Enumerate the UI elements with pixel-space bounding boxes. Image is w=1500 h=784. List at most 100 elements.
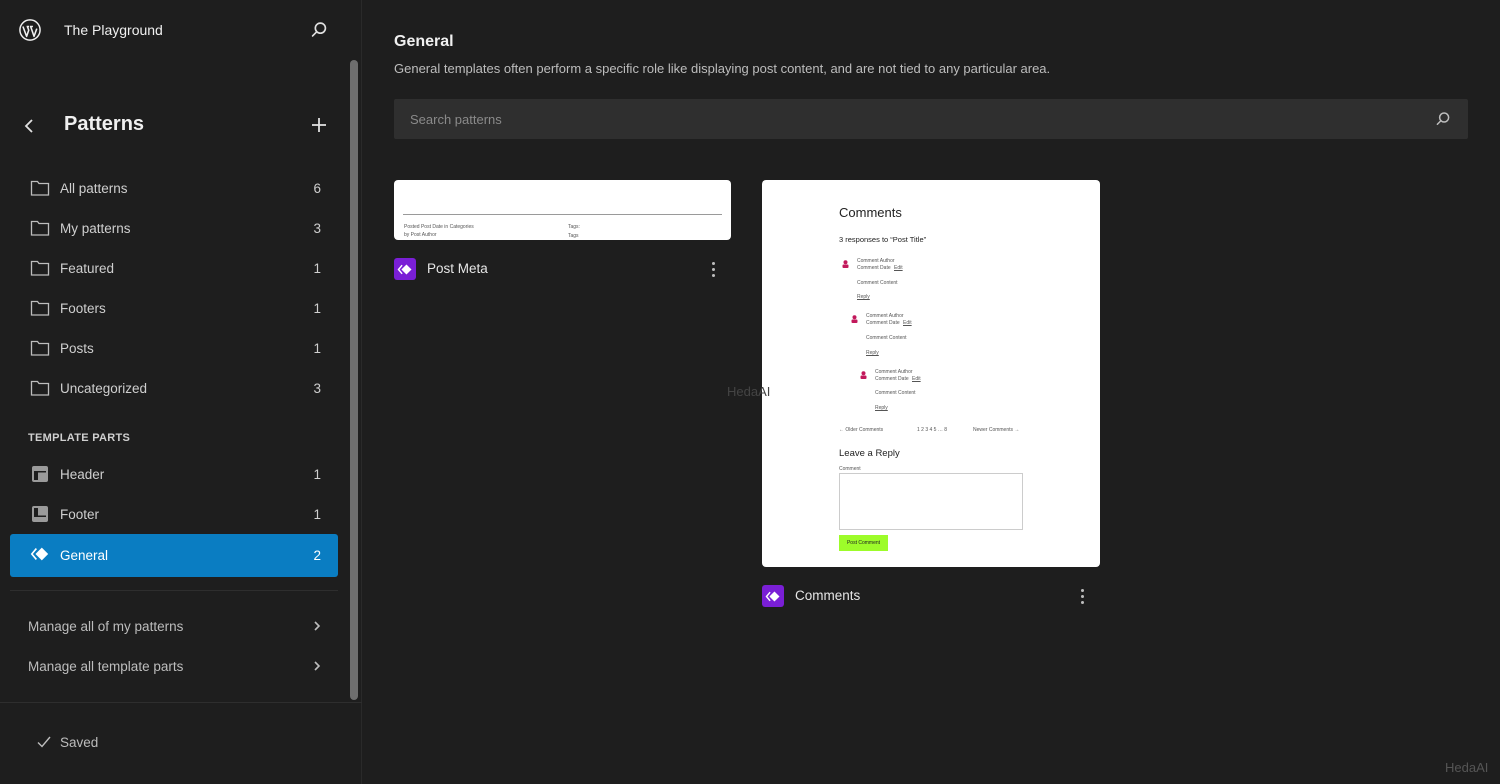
symbol-icon xyxy=(762,585,784,607)
sidebar-item-footers[interactable]: Footers 1 xyxy=(10,288,338,328)
site-title[interactable]: The Playground xyxy=(64,22,163,38)
preview-button-label: Post Comment xyxy=(846,540,881,546)
panel-title: Patterns xyxy=(64,113,145,135)
folder-icon xyxy=(30,178,50,198)
preview-text: Tags: xyxy=(568,224,580,230)
sidebar-item-my-patterns[interactable]: My patterns 3 xyxy=(10,208,338,248)
preview-text: Edit xyxy=(894,265,903,271)
sidebar-item-featured[interactable]: Featured 1 xyxy=(10,248,338,288)
preview-text: Comment Content xyxy=(857,280,898,286)
pattern-preview[interactable]: Posted Post Date in Categories by Post A… xyxy=(394,180,731,240)
folder-icon xyxy=(30,258,50,278)
page-description: General templates often perform a specif… xyxy=(394,61,1051,76)
symbol-icon xyxy=(30,544,50,564)
preview-heading: Leave a Reply xyxy=(839,448,900,459)
sidebar-item-footer[interactable]: Footer 1 xyxy=(10,494,338,534)
watermark: HedaAI xyxy=(727,384,771,399)
preview-text: Edit xyxy=(903,320,912,326)
preview-text: Comment Content xyxy=(866,335,907,341)
sidebar-item-posts[interactable]: Posts 1 xyxy=(10,328,338,368)
preview-heading: Comments xyxy=(839,205,902,220)
symbol-icon xyxy=(394,258,416,280)
preview-text: Tags xyxy=(568,233,579,239)
chevron-left-icon[interactable] xyxy=(20,115,40,137)
watermark: HedaAI xyxy=(1445,760,1489,775)
footer-icon xyxy=(30,504,50,524)
avatar-icon xyxy=(851,315,858,323)
app: The Playground Patterns All patterns 6 M… xyxy=(0,0,1500,784)
preview-text: Posted Post Date in Categories xyxy=(404,224,474,230)
preview-text: Comment xyxy=(839,466,861,472)
folder-icon xyxy=(30,338,50,358)
preview-text: ← Older Comments xyxy=(839,427,884,433)
preview-text: Newer Comments → xyxy=(973,427,1020,433)
sidebar: The Playground Patterns All patterns 6 M… xyxy=(0,0,362,784)
preview-text: 1 2 3 4 5 … 8 xyxy=(917,427,948,433)
sidebar-item-count: 3 xyxy=(313,380,321,396)
card-footer: Comments xyxy=(762,585,1100,615)
template-parts-list: Header 1 Footer 1 General 2 xyxy=(10,454,338,577)
save-status: Saved xyxy=(36,734,98,750)
search-icon[interactable] xyxy=(308,19,330,41)
plus-icon[interactable] xyxy=(308,114,330,136)
preview-text: Reply xyxy=(857,294,870,300)
search-input[interactable] xyxy=(394,99,1468,139)
manage-links: Manage all of my patterns Manage all tem… xyxy=(10,607,338,687)
preview-text: Comment Author xyxy=(875,369,913,375)
preview-text: Comment Date xyxy=(866,320,900,326)
folder-icon xyxy=(30,378,50,398)
preview-text: Comment Date xyxy=(875,376,909,382)
manage-template-parts-link[interactable]: Manage all template parts xyxy=(10,647,338,687)
pattern-title[interactable]: Post Meta xyxy=(427,261,488,276)
preview-textarea xyxy=(839,473,1023,530)
sidebar-item-general[interactable]: General 2 xyxy=(10,534,338,577)
sidebar-item-label: Featured xyxy=(60,260,115,276)
preview-text: Edit xyxy=(912,376,921,382)
avatar-icon xyxy=(842,260,849,268)
page-title: General xyxy=(394,33,454,50)
sidebar-item-count: 1 xyxy=(313,300,321,316)
check-icon xyxy=(37,736,51,748)
sidebar-item-all-patterns[interactable]: All patterns 6 xyxy=(10,168,338,208)
sidebar-scrollbar[interactable] xyxy=(350,60,358,700)
main-content: General General templates often perform … xyxy=(363,0,1500,784)
pattern-card-comments: Comments 3 responses to “Post Title” Com… xyxy=(762,180,1100,615)
pattern-title[interactable]: Comments xyxy=(795,588,860,603)
panel-header: Patterns xyxy=(0,105,340,147)
save-status-label: Saved xyxy=(60,734,99,750)
search-icon[interactable] xyxy=(1434,110,1452,128)
more-options-icon[interactable] xyxy=(1076,586,1088,606)
sidebar-item-header[interactable]: Header 1 xyxy=(10,454,338,494)
search-patterns xyxy=(394,99,1468,139)
preview-text: Reply xyxy=(866,350,879,356)
avatar-icon xyxy=(860,371,867,379)
wordpress-logo-icon[interactable] xyxy=(19,19,41,41)
sidebar-item-count: 2 xyxy=(313,548,321,563)
sidebar-item-count: 1 xyxy=(313,260,321,276)
pattern-card-post-meta: Posted Post Date in Categories by Post A… xyxy=(394,180,731,288)
sidebar-item-label: Uncategorized xyxy=(60,380,148,396)
preview-text: Reply xyxy=(875,405,888,411)
preview-text: Comment Content xyxy=(875,390,916,396)
sidebar-item-label: General xyxy=(60,548,109,563)
sidebar-item-count: 6 xyxy=(313,180,321,196)
sidebar-item-count: 1 xyxy=(313,506,321,522)
divider xyxy=(0,702,362,703)
pattern-preview[interactable]: Comments 3 responses to “Post Title” Com… xyxy=(762,180,1100,567)
template-parts-heading: Template Parts xyxy=(28,432,131,444)
divider xyxy=(10,590,338,591)
chevron-right-icon xyxy=(314,621,321,631)
manage-link-label: Manage all template parts xyxy=(28,659,184,674)
site-header: The Playground xyxy=(0,0,362,60)
manage-my-patterns-link[interactable]: Manage all of my patterns xyxy=(10,607,338,647)
folder-icon xyxy=(30,218,50,238)
more-options-icon[interactable] xyxy=(707,259,719,279)
sidebar-item-uncategorized[interactable]: Uncategorized 3 xyxy=(10,368,338,408)
preview-text: Comment Date xyxy=(857,265,891,271)
preview-text: Comment Author xyxy=(866,313,904,319)
header-icon xyxy=(30,464,50,484)
sidebar-item-label: All patterns xyxy=(60,180,128,196)
sidebar-item-count: 3 xyxy=(313,220,321,236)
card-footer: Post Meta xyxy=(394,258,731,288)
preview-text: by Post Author xyxy=(404,232,437,238)
